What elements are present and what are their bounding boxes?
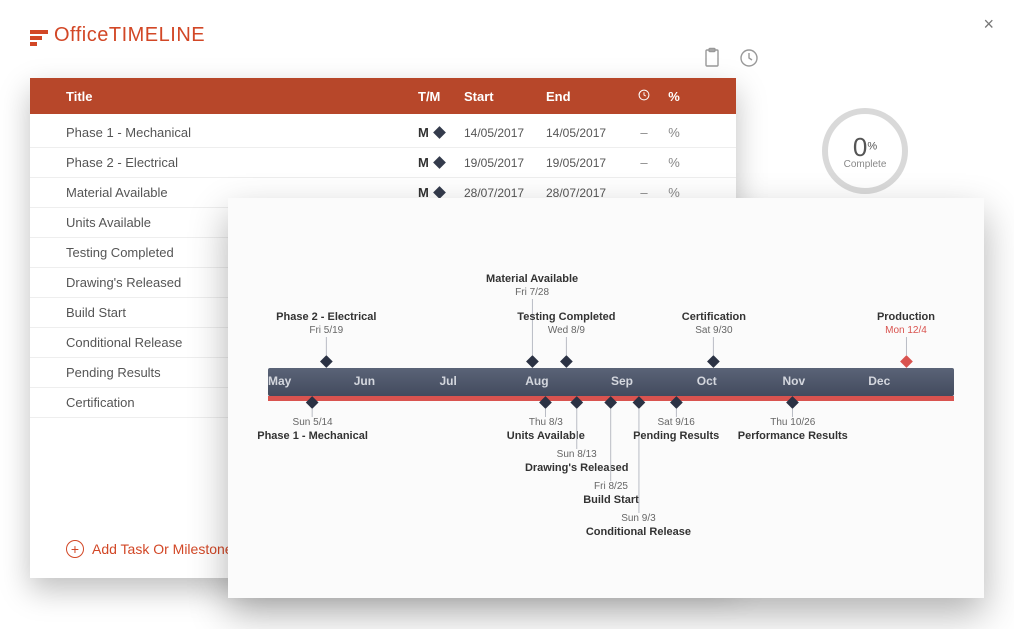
brand-logo: OfficeTIMELINE <box>30 24 205 47</box>
milestone-date: Sat 9/30 <box>682 325 746 338</box>
milestone-diamond-icon <box>433 156 446 169</box>
milestone-diamond-icon <box>708 355 721 368</box>
plus-circle-icon: + <box>66 540 84 558</box>
cell-percent: % <box>660 155 688 170</box>
milestone-stem <box>566 337 567 355</box>
milestone-date: Thu 10/26 <box>738 417 848 430</box>
table-row[interactable]: Phase 2 - ElectricalM19/05/201719/05/201… <box>30 148 736 178</box>
milestone-top[interactable]: Testing CompletedWed 8/9 <box>517 311 615 368</box>
milestone-diamond-icon <box>570 396 583 409</box>
milestone-diamond-icon <box>306 396 319 409</box>
milestone-diamond-icon <box>786 396 799 409</box>
milestone-name: Production <box>877 311 935 325</box>
col-percent: % <box>660 89 688 104</box>
milestone-top[interactable]: ProductionMon 12/4 <box>877 311 935 368</box>
milestone-stem <box>326 337 327 355</box>
milestone-name: Testing Completed <box>517 311 615 325</box>
milestone-name: Material Available <box>486 273 578 287</box>
milestone-diamond-icon <box>560 355 573 368</box>
cell-history: – <box>628 155 660 170</box>
milestone-diamond-icon <box>433 186 446 199</box>
progress-indicator: 0% Complete <box>822 108 908 194</box>
table-header: Title T/M Start End % <box>30 78 736 114</box>
cell-end: 14/05/2017 <box>546 126 628 140</box>
month-label: Jun <box>354 374 375 388</box>
brand-name-1: Office <box>54 24 109 46</box>
cell-end: 19/05/2017 <box>546 156 628 170</box>
milestone-name: Pending Results <box>633 430 719 444</box>
milestone-bottom[interactable]: Sun 5/14Phase 1 - Mechanical <box>257 396 368 443</box>
month-label: Sep <box>611 374 633 388</box>
milestone-date: Fri 5/19 <box>276 325 376 338</box>
add-task-label: Add Task Or Milestone <box>92 541 233 557</box>
progress-label: Complete <box>844 159 887 170</box>
col-tm: T/M <box>418 89 464 104</box>
milestone-diamond-icon <box>433 126 446 139</box>
milestone-diamond-icon <box>670 396 683 409</box>
milestone-date: Sun 5/14 <box>257 417 368 430</box>
cell-tm: M <box>418 125 464 140</box>
add-task-button[interactable]: + Add Task Or Milestone <box>66 540 233 558</box>
milestone-name: Conditional Release <box>586 526 691 540</box>
progress-value: 0 <box>853 132 867 162</box>
timeline-band-area: MayJunJulAugSepOctNovDec Phase 2 - Elect… <box>268 368 954 402</box>
month-label: Aug <box>525 374 548 388</box>
timeline-preview: May Jun Jul Aug Sep Oct Nov Dec Phase 2 - Elect… <box>228 198 984 598</box>
brand-name-2: TIMELINE <box>109 24 205 46</box>
col-start: Start <box>464 89 546 104</box>
milestone-date: Wed 8/9 <box>517 325 615 338</box>
cell-percent: % <box>660 125 688 140</box>
close-icon[interactable]: × <box>983 14 994 35</box>
logo-icon <box>30 28 46 44</box>
milestone-stem <box>576 409 577 449</box>
month-label: Dec <box>868 374 890 388</box>
milestone-bottom[interactable]: Sat 9/16Pending Results <box>633 396 719 443</box>
milestone-stem <box>905 337 906 355</box>
milestone-top[interactable]: CertificationSat 9/30 <box>682 311 746 368</box>
table-row[interactable]: Phase 1 - MechanicalM14/05/201714/05/201… <box>30 118 736 148</box>
month-label: Jul <box>440 374 457 388</box>
milestone-stem <box>713 337 714 355</box>
cell-tm: M <box>418 155 464 170</box>
cell-start: 19/05/2017 <box>464 156 546 170</box>
milestone-stem <box>792 409 793 417</box>
month-label: Nov <box>783 374 806 388</box>
milestone-stem <box>312 409 313 417</box>
milestone-date: Sat 9/16 <box>633 417 719 430</box>
milestone-diamond-icon <box>900 355 913 368</box>
col-title: Title <box>66 89 418 104</box>
milestone-bottom[interactable]: Thu 10/26Performance Results <box>738 396 848 443</box>
cell-history: – <box>628 125 660 140</box>
milestone-name: Certification <box>682 311 746 325</box>
month-label: May <box>268 374 291 388</box>
milestone-top[interactable]: Phase 2 - ElectricalFri 5/19 <box>276 311 376 368</box>
cell-title: Phase 1 - Mechanical <box>66 125 418 140</box>
col-end: End <box>546 89 628 104</box>
milestone-name: Phase 1 - Mechanical <box>257 430 368 444</box>
month-label: Oct <box>697 374 717 388</box>
history-icon[interactable] <box>739 48 759 73</box>
clipboard-icon[interactable] <box>703 48 721 73</box>
header-tools <box>703 48 759 73</box>
milestone-date: Sun 9/3 <box>586 513 691 526</box>
milestone-name: Phase 2 - Electrical <box>276 311 376 325</box>
milestone-date: Fri 7/28 <box>486 287 578 300</box>
app-window: × OfficeTIMELINE Title T/M Start End % P… <box>0 0 1014 629</box>
cell-start: 14/05/2017 <box>464 126 546 140</box>
progress-ring: 0% Complete <box>822 108 908 194</box>
milestone-name: Performance Results <box>738 430 848 444</box>
progress-unit: % <box>867 141 877 153</box>
col-history-icon <box>628 88 660 105</box>
milestone-stem <box>676 409 677 417</box>
milestone-diamond-icon <box>320 355 333 368</box>
milestone-date: Mon 12/4 <box>877 325 935 338</box>
cell-title: Phase 2 - Electrical <box>66 155 418 170</box>
